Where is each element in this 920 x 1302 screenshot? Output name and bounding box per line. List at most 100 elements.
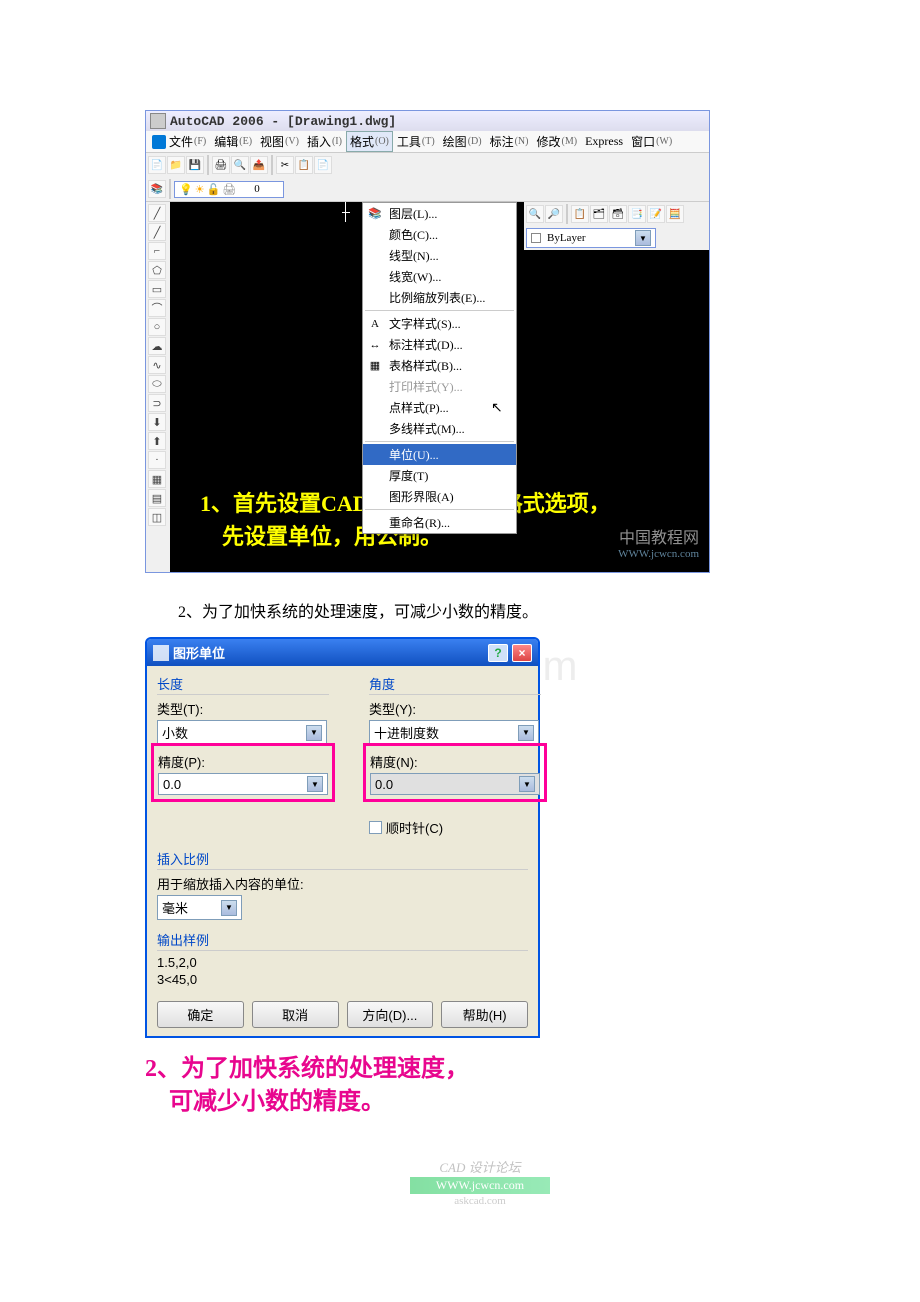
autocad-right-toolbar: 🔍 🔎 📋 🗂 🗃 📑 📝 🧮 ByLayer [524,202,709,250]
watermark: 中国教程网 WWW.jcwcn.com [618,524,699,560]
region-tool-icon[interactable]: ◫ [148,508,166,526]
line-tool-icon[interactable]: ╱ [148,204,166,222]
menu-lineweight[interactable]: 线宽(W)... [363,266,516,287]
revcloud-tool-icon[interactable]: ☁ [148,337,166,355]
paste-icon[interactable]: 📄 [314,156,332,174]
ok-button[interactable]: 确定 [157,1001,244,1028]
autocad-canvas[interactable]: 🔍 🔎 📋 🗂 🗃 📑 📝 🧮 ByLayer [170,202,709,572]
preview-icon[interactable]: 🔍 [231,156,249,174]
annotation-step-2: 2、为了加快系统的处理速度， 可减少小数的精度。 [145,1053,920,1120]
cursor-arrow-icon: ↖ [491,400,503,417]
point-tool-icon[interactable]: · [148,451,166,469]
menu-dimstyle[interactable]: ↔标注样式(D)... [363,334,516,355]
open-file-icon[interactable]: 📁 [167,156,185,174]
angle-precision-label: 精度(N): [370,752,540,771]
markup-icon[interactable]: 📝 [647,205,665,223]
ellipse-tool-icon[interactable]: ⬭ [148,375,166,393]
menu-linetype[interactable]: 线型(N)... [363,245,516,266]
menu-separator [365,310,514,311]
make-block-icon[interactable]: ⬆ [148,432,166,450]
xline-tool-icon[interactable]: ╱ [148,223,166,241]
angle-precision-combo[interactable]: 0.0 ▼ [370,773,540,795]
menu-separator [365,509,514,510]
crosshair-horizontal [342,212,350,213]
menu-express[interactable]: Express [581,131,627,152]
ellipse-arc-tool-icon[interactable]: ⊃ [148,394,166,412]
menu-drawinglimits[interactable]: 图形界限(A) [363,486,516,507]
menu-mlinestyle[interactable]: 多线样式(M)... [363,418,516,439]
menu-scalelist[interactable]: 比例缩放列表(E)... [363,287,516,308]
caption-step-2: 2、为了加快系统的处理速度，可减少小数的精度。 [178,598,920,622]
zoom-window-icon[interactable]: 🔍 [526,205,544,223]
spline-tool-icon[interactable]: ∿ [148,356,166,374]
properties-icon[interactable]: 📋 [571,205,589,223]
cut-icon[interactable]: ✂ [276,156,294,174]
help-badge-icon [152,135,166,149]
layer-manager-icon[interactable]: 📚 [148,180,166,198]
menu-tablestyle[interactable]: ▦表格样式(B)... [363,355,516,376]
menu-edit[interactable]: 编辑(E) [210,131,256,152]
chevron-down-icon[interactable]: ▼ [635,230,651,246]
sheetset-icon[interactable]: 📑 [628,205,646,223]
menu-window[interactable]: 窗口(W) [627,131,676,152]
zoom-realtime-icon[interactable]: 🔎 [545,205,563,223]
autocad-left-toolbar: ╱ ╱ ⌐ ⬠ ▭ ⌒ ○ ☁ ∿ ⬭ ⊃ ⬇ ⬆ · ▦ ▤ ◫ [146,202,170,572]
cancel-button[interactable]: 取消 [252,1001,339,1028]
units-dialog-icon [153,645,169,661]
menu-format[interactable]: 格式(O) [346,131,393,152]
insert-scale-combo[interactable]: 毫米 ▼ [157,895,242,920]
toolpalettes-icon[interactable]: 🗃 [609,205,627,223]
help-button[interactable]: 帮助(H) [441,1001,528,1028]
menu-rename[interactable]: 重命名(R)... [363,512,516,533]
menu-view[interactable]: 视图(V) [256,131,303,152]
chevron-down-icon[interactable]: ▼ [519,776,535,792]
calc-icon[interactable]: 🧮 [666,205,684,223]
autocad-toolbars: 📄 📁 💾 🖨 🔍 📤 ✂ 📋 📄 📚 💡☀🔓🖨 [146,153,709,202]
new-file-icon[interactable]: 📄 [148,156,166,174]
save-icon[interactable]: 💾 [186,156,204,174]
menu-color[interactable]: 颜色(C)... [363,224,516,245]
menu-textstyle[interactable]: A文字样式(S)... [363,313,516,334]
length-header: 长度 [157,674,329,695]
chevron-down-icon[interactable]: ▼ [221,900,237,916]
chevron-down-icon[interactable]: ▼ [306,725,322,741]
length-type-combo[interactable]: 小数 ▼ [157,720,327,745]
menu-units[interactable]: 单位(U)... [363,444,516,465]
menu-thickness[interactable]: 厚度(T) [363,465,516,486]
output-header: 输出样例 [157,930,528,951]
menu-tools[interactable]: 工具(T) [393,131,439,152]
angle-section: 角度 类型(Y): 十进制度数 ▼ 精度(N): 0.0 ▼ [369,674,541,837]
insert-block-icon[interactable]: ⬇ [148,413,166,431]
close-button[interactable]: × [512,644,532,662]
length-precision-combo[interactable]: 0.0 ▼ [158,773,328,795]
help-button[interactable]: ? [488,644,508,662]
chevron-down-icon[interactable]: ▼ [518,725,534,741]
menu-modify[interactable]: 修改(M) [532,131,581,152]
chevron-down-icon[interactable]: ▼ [307,776,323,792]
autocad-menubar[interactable]: 文件(F) 编辑(E) 视图(V) 插入(I) 格式(O) 工具(T) 绘图(D… [146,131,709,153]
publish-icon[interactable]: 📤 [250,156,268,174]
autocad-title: AutoCAD 2006 - [Drawing1.dwg] [170,114,396,129]
print-icon[interactable]: 🖨 [212,156,230,174]
dimstyle-icon: ↔ [367,337,383,353]
menu-file[interactable]: 文件(F) [148,131,210,152]
menu-plotstyle: 打印样式(Y)... [363,376,516,397]
menu-layer[interactable]: 📚图层(L)... [363,203,516,224]
copy-icon[interactable]: 📋 [295,156,313,174]
angle-type-combo[interactable]: 十进制度数 ▼ [369,720,539,745]
hatch-tool-icon[interactable]: ▦ [148,470,166,488]
menu-draw[interactable]: 绘图(D) [439,131,486,152]
polyline-tool-icon[interactable]: ⌐ [148,242,166,260]
clockwise-checkbox[interactable] [369,821,382,834]
designcenter-icon[interactable]: 🗂 [590,205,608,223]
menu-dimension[interactable]: 标注(N) [486,131,533,152]
menu-insert[interactable]: 插入(I) [303,131,346,152]
rectangle-tool-icon[interactable]: ▭ [148,280,166,298]
circle-tool-icon[interactable]: ○ [148,318,166,336]
bylayer-combo[interactable]: ByLayer ▼ [526,228,656,248]
direction-button[interactable]: 方向(D)... [347,1001,434,1028]
gradient-tool-icon[interactable]: ▤ [148,489,166,507]
arc-tool-icon[interactable]: ⌒ [148,299,166,317]
layer-combo[interactable]: 💡☀🔓🖨 0 [174,181,284,198]
polygon-tool-icon[interactable]: ⬠ [148,261,166,279]
